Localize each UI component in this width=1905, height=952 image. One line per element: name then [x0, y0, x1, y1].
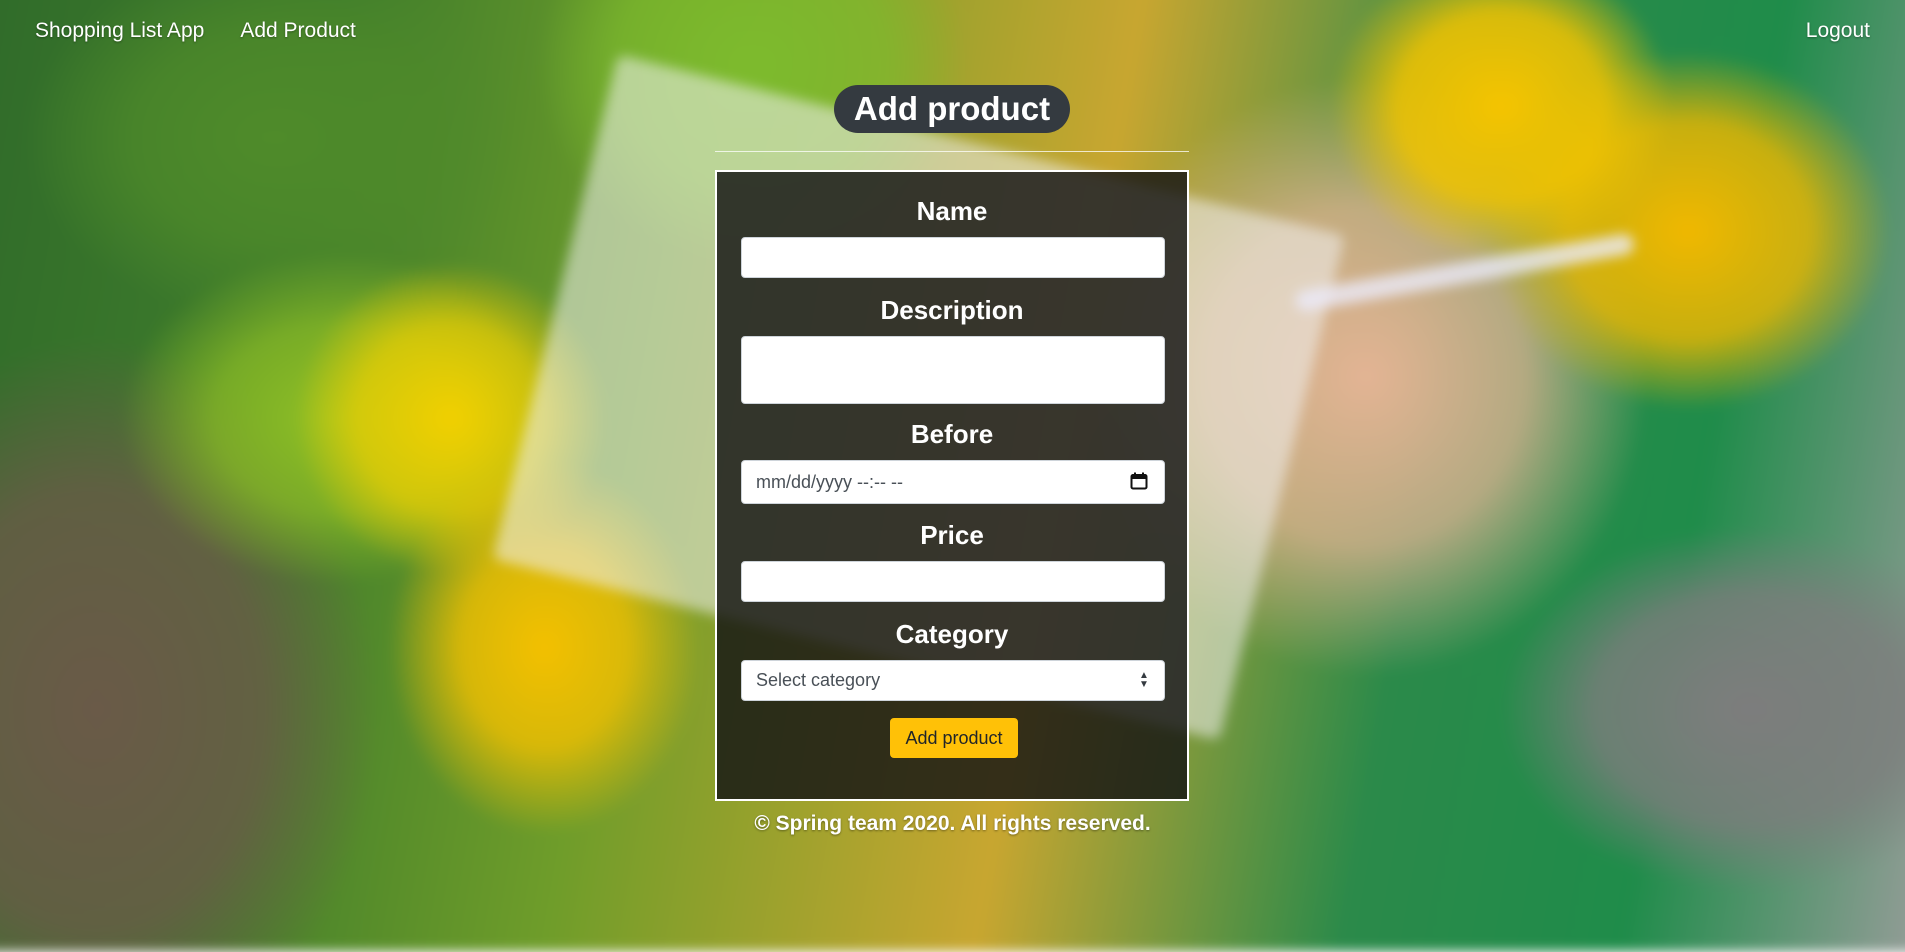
before-label: Before	[910, 419, 994, 449]
price-label: Price	[920, 520, 984, 550]
description-label: Description	[880, 295, 1024, 325]
name-label: Name	[916, 196, 988, 226]
navbar: Shopping List App Add Product Logout	[0, 0, 1905, 62]
title-divider	[715, 151, 1189, 152]
category-selected-value: Select category	[756, 670, 881, 690]
calendar-icon[interactable]	[1130, 472, 1148, 490]
category-label: Category	[895, 619, 1009, 649]
price-input[interactable]	[741, 561, 1165, 602]
page-title-text: Add product	[853, 90, 1051, 127]
nav-add-product-link[interactable]: Add Product	[240, 19, 356, 43]
page-title: Add product	[834, 85, 1070, 133]
add-product-form: Name Description Before mm/dd/yyyy --:--…	[715, 170, 1189, 801]
nav-logout-link[interactable]: Logout	[1806, 19, 1870, 43]
before-datetime-input[interactable]: mm/dd/yyyy --:-- --	[741, 460, 1165, 504]
description-textarea[interactable]	[741, 336, 1165, 404]
background-pen	[1293, 232, 1636, 313]
select-arrows-icon: ▲ ▼	[1139, 670, 1149, 690]
add-product-button[interactable]: Add product	[890, 718, 1018, 758]
category-select[interactable]: Select category ▲ ▼	[741, 660, 1165, 701]
name-input[interactable]	[741, 237, 1165, 278]
nav-brand-link[interactable]: Shopping List App	[35, 19, 204, 43]
footer-copyright: © Spring team 2020. All rights reserved.	[754, 812, 1151, 835]
before-datetime-placeholder: mm/dd/yyyy --:-- --	[756, 471, 903, 492]
